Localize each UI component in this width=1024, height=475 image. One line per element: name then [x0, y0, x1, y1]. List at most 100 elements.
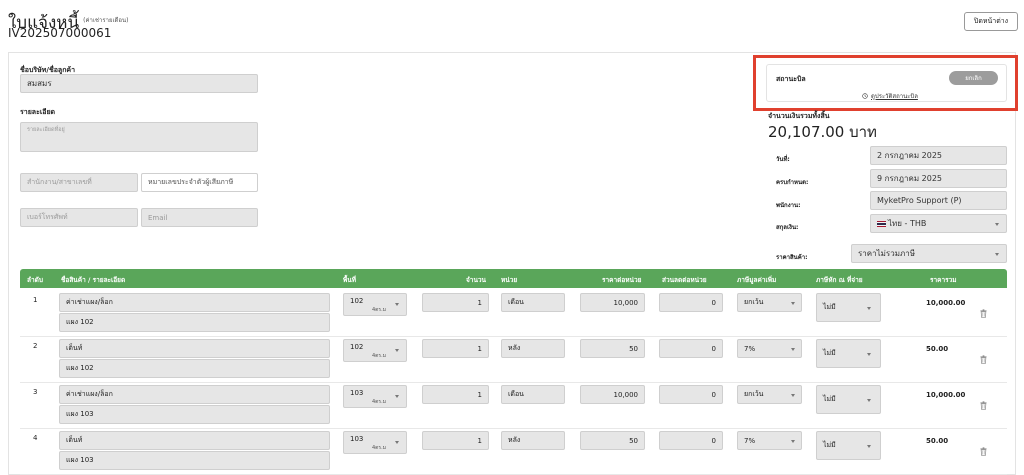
wht-select[interactable]: ไม่มี [816, 293, 881, 322]
wht-value: ไม่มี [823, 441, 836, 449]
currency-label: สกุลเงิน: [776, 224, 799, 231]
wht-value: ไม่มี [823, 395, 836, 403]
vat-select[interactable]: ยกเว้น [737, 385, 802, 404]
staff-field[interactable]: MyketPro Support (P) [870, 191, 1007, 210]
trash-icon[interactable] [980, 447, 987, 456]
wht-select[interactable]: ไม่มี [816, 385, 881, 414]
trash-icon[interactable] [980, 309, 987, 318]
document-number: IV202507000061 [8, 26, 112, 40]
chevron-down-icon [791, 348, 795, 351]
col-total: ราคารวม [930, 276, 957, 284]
unit-price-field[interactable]: 50 [580, 339, 645, 358]
item-name-field[interactable]: เต็นท์ [59, 339, 330, 358]
col-discount: ส่วนลดต่อหน่วย [662, 276, 707, 284]
quantity-field[interactable]: 1 [422, 293, 489, 312]
area-size: 4ตร.ม [372, 353, 386, 359]
col-item: ชื่อสินค้า / รายละเอียด [61, 276, 126, 284]
area-select[interactable]: 103 4ตร.ม [343, 385, 407, 408]
close-window-button[interactable]: ปิดหน้าต่าง [964, 12, 1018, 31]
item-detail-field[interactable]: แผง 102 [59, 359, 330, 378]
col-no: ลำดับ [27, 276, 43, 284]
unit-field[interactable]: เดือน [501, 293, 565, 312]
item-name-field[interactable]: ค่าเช่าแผง/ล็อก [59, 293, 330, 312]
unit-field[interactable]: เดือน [501, 385, 565, 404]
vat-value: ยกเว้น [744, 298, 764, 306]
area-select[interactable]: 103 4ตร.ม [343, 431, 407, 454]
area-value: 102 [350, 297, 364, 305]
price-type-label: ราคาสินค้า: [776, 254, 808, 261]
row-total: 10,000.00 [926, 391, 966, 399]
item-detail-field[interactable]: แผง 103 [59, 405, 330, 424]
wht-select[interactable]: ไม่มี [816, 431, 881, 460]
highlight-frame [753, 55, 1018, 111]
wht-select[interactable]: ไม่มี [816, 339, 881, 368]
row-number: 4 [33, 434, 38, 442]
due-date-label: ครบกำหนด: [776, 179, 809, 186]
date-label: วันที่: [776, 156, 790, 163]
vat-value: ยกเว้น [744, 390, 764, 398]
trash-icon[interactable] [980, 401, 987, 410]
price-type-value: ราคาไม่รวมภาษี [858, 249, 916, 258]
item-detail-field[interactable]: แผง 103 [59, 451, 330, 470]
currency-value: ไทย - THB [888, 219, 927, 228]
discount-field[interactable]: 0 [659, 431, 723, 450]
item-detail-field[interactable]: แผง 102 [59, 313, 330, 332]
discount-field[interactable]: 0 [659, 293, 723, 312]
branch-field[interactable]: สำนักงาน/สาขาเลขที่ [20, 173, 138, 192]
row-total: 10,000.00 [926, 299, 966, 307]
price-type-select[interactable]: ราคาไม่รวมภาษี [851, 244, 1007, 263]
email-field[interactable]: Email [141, 208, 258, 227]
quantity-field[interactable]: 1 [422, 339, 489, 358]
total-amount: 20,107.00 บาท [768, 123, 877, 141]
item-name-field[interactable]: ค่าเช่าแผง/ล็อก [59, 385, 330, 404]
chevron-down-icon [867, 399, 871, 402]
discount-field[interactable]: 0 [659, 385, 723, 404]
address-textarea[interactable]: รายละเอียดที่อยู่ [20, 122, 258, 152]
row-divider [20, 428, 1007, 429]
col-price: ราคาต่อหน่วย [602, 276, 642, 284]
tax-id-field[interactable]: หมายเลขประจำตัวผู้เสียภาษี [141, 173, 258, 192]
col-qty: จำนวน [466, 276, 486, 284]
unit-price-field[interactable]: 50 [580, 431, 645, 450]
thai-flag-icon [877, 220, 886, 227]
row-divider [20, 336, 1007, 337]
quantity-field[interactable]: 1 [422, 385, 489, 404]
col-unit: หน่วย [501, 276, 518, 284]
wht-value: ไม่มี [823, 303, 836, 311]
area-size: 4ตร.ม [372, 445, 386, 451]
chevron-down-icon [395, 395, 399, 398]
chevron-down-icon [395, 349, 399, 352]
date-field[interactable]: 2 กรกฎาคม 2025 [870, 146, 1007, 165]
item-name-field[interactable]: เต็นท์ [59, 431, 330, 450]
unit-price-field[interactable]: 10,000 [580, 293, 645, 312]
currency-select[interactable]: ไทย - THB [870, 214, 1007, 233]
area-select[interactable]: 102 4ตร.ม [343, 339, 407, 362]
quantity-field[interactable]: 1 [422, 431, 489, 450]
chevron-down-icon [791, 440, 795, 443]
vat-select[interactable]: 7% [737, 431, 802, 450]
phone-field[interactable]: เบอร์โทรศัพท์ [20, 208, 138, 227]
discount-field[interactable]: 0 [659, 339, 723, 358]
col-wht: ภาษีหัก ณ ที่จ่าย [816, 276, 863, 284]
unit-price-field[interactable]: 10,000 [580, 385, 645, 404]
wht-value: ไม่มี [823, 349, 836, 357]
unit-field[interactable]: หลัง [501, 431, 565, 450]
row-divider [20, 382, 1007, 383]
col-vat: ภาษีมูลค่าเพิ่ม [737, 276, 777, 284]
vat-value: 7% [744, 344, 756, 353]
vat-value: 7% [744, 436, 756, 445]
vat-select[interactable]: 7% [737, 339, 802, 358]
chevron-down-icon [995, 223, 999, 226]
chevron-down-icon [867, 353, 871, 356]
due-date-field[interactable]: 9 กรกฎาคม 2025 [870, 169, 1007, 188]
chevron-down-icon [791, 302, 795, 305]
area-select[interactable]: 102 4ตร.ม [343, 293, 407, 316]
unit-field[interactable]: หลัง [501, 339, 565, 358]
vat-select[interactable]: ยกเว้น [737, 293, 802, 312]
trash-icon[interactable] [980, 355, 987, 364]
row-number: 1 [33, 296, 38, 304]
area-size: 4ตร.ม [372, 399, 386, 405]
company-field[interactable]: สมสมร [20, 74, 258, 93]
chevron-down-icon [395, 441, 399, 444]
row-number: 2 [33, 342, 38, 350]
